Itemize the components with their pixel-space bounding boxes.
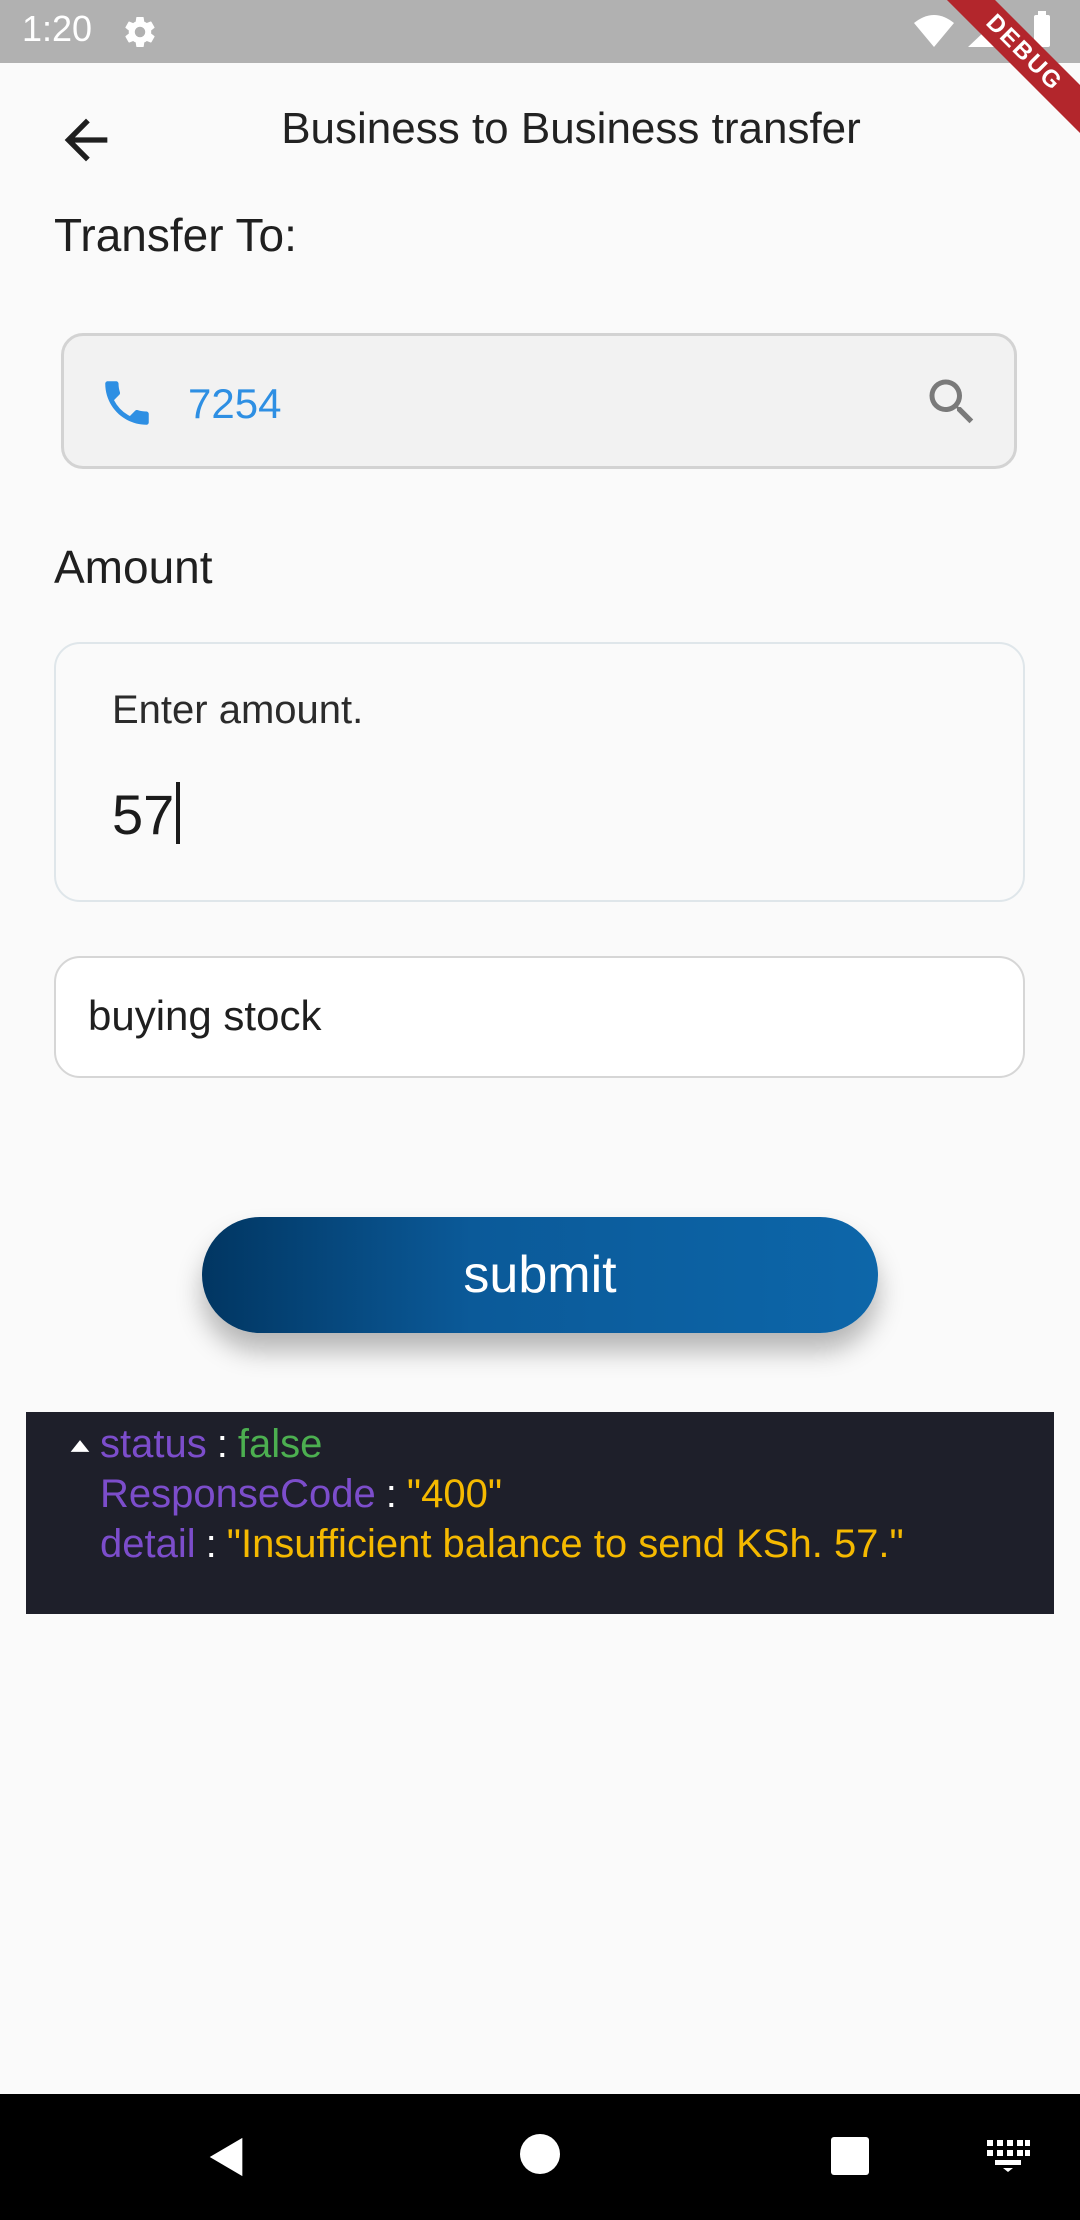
keyboard-icon[interactable] [985,2138,1031,2172]
description-field[interactable] [54,956,1025,1078]
phone-search-field[interactable] [61,333,1017,469]
gear-icon [125,17,155,48]
json-key: detail [100,1522,196,1566]
json-key: ResponseCode [100,1472,376,1516]
wifi-icon [914,15,954,47]
collapse-arrow-icon[interactable] [66,1432,94,1460]
signal-icon [968,13,1004,47]
json-row-responsecode: ResponseCode: "400" [100,1472,503,1516]
phone-icon [105,381,149,425]
back-arrow-icon[interactable] [54,108,118,172]
submit-button[interactable]: submit [202,1217,878,1333]
status-time: 1:20 [22,8,93,49]
json-value: "400" [406,1472,503,1516]
page-title: Business to Business transfer [281,104,861,153]
amount-field[interactable]: Enter amount. 57 [54,642,1025,902]
search-icon[interactable] [922,372,982,432]
nav-home-icon[interactable] [520,2134,560,2174]
json-key: status [100,1422,207,1466]
battery-icon [1034,15,1050,47]
phone-input[interactable] [188,372,868,436]
status-bar: 1:20 [0,0,1080,63]
json-value: false [237,1422,323,1466]
json-response-panel: status: false ResponseCode: "400" detail: "… [26,1412,1054,1614]
amount-label: Amount [54,541,213,593]
nav-back-icon[interactable] [204,2134,250,2180]
amount-input[interactable]: 57 [112,782,181,847]
nav-recents-icon[interactable] [831,2137,869,2175]
json-row-status: status: false [100,1422,323,1466]
navigation-bar [0,2094,1080,2220]
amount-hint: Enter amount. [112,688,364,732]
description-input[interactable] [88,984,968,1048]
transfer-to-label: Transfer To: [54,209,297,261]
amount-value: 57 [112,783,175,846]
json-value: "Insufficient balance to send KSh. 57." [226,1522,904,1566]
status-icons [914,11,1050,47]
json-row-detail: detail: "Insufficient balance to send KSh… [100,1522,904,1566]
text-cursor [176,782,181,844]
